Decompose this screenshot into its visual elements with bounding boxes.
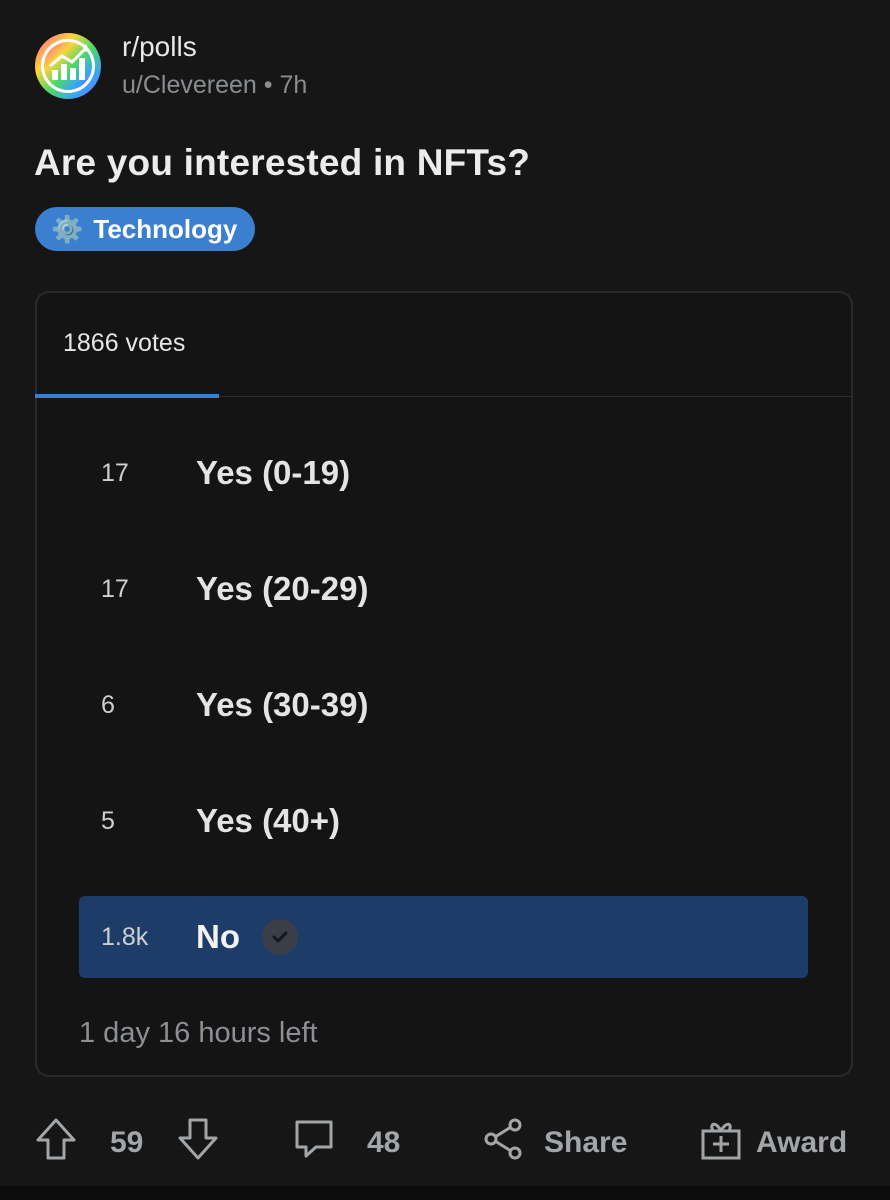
comment-count: 48 <box>367 1126 401 1159</box>
author-name[interactable]: u/Clevereen <box>122 71 257 99</box>
poll-option[interactable]: 17 Yes (20-29) <box>79 548 808 630</box>
post-action-bar: 59 48 Share Award <box>0 1108 890 1178</box>
vote-score: 59 <box>110 1126 144 1159</box>
share-label: Share <box>544 1126 628 1159</box>
award-label: Award <box>756 1126 848 1159</box>
post-byline: u/Clevereen • 7h <box>122 68 307 102</box>
upvote-button[interactable] <box>34 1108 78 1178</box>
subreddit-name[interactable]: r/polls <box>122 30 307 64</box>
option-label: No <box>196 918 240 955</box>
poll-card: 1866 votes 17 Yes (0-19) 17 Yes (20-29) … <box>35 291 853 1077</box>
option-count: 1.8k <box>101 922 149 951</box>
upvote-icon <box>34 1116 78 1170</box>
comments-button[interactable]: 48 <box>292 1108 400 1178</box>
downvote-button[interactable] <box>176 1108 220 1178</box>
comment-icon <box>292 1117 336 1169</box>
option-count: 5 <box>101 806 115 835</box>
checkmark-icon <box>262 919 298 955</box>
poll-tabbar: 1866 votes <box>35 293 851 398</box>
post-age: 7h <box>279 71 308 99</box>
flair-label: Technology <box>93 213 238 244</box>
award-icon <box>700 1117 742 1169</box>
option-count: 17 <box>101 574 129 603</box>
poll-option[interactable]: 17 Yes (0-19) <box>79 432 808 514</box>
bottom-divider <box>0 1186 890 1200</box>
option-count: 17 <box>101 458 129 487</box>
option-label: Yes (30-39) <box>196 686 369 723</box>
downvote-icon <box>176 1116 220 1170</box>
option-label: Yes (20-29) <box>196 570 369 607</box>
post-header: r/polls u/Clevereen • 7h <box>34 30 307 102</box>
tab-underline <box>35 394 219 398</box>
option-label: Yes (40+) <box>196 802 341 839</box>
gear-icon: ⚙️ <box>51 213 84 244</box>
poll-time-left: 1 day 16 hours left <box>79 1017 318 1049</box>
option-count: 6 <box>101 690 115 719</box>
poll-option[interactable]: 6 Yes (30-39) <box>79 664 808 746</box>
post-title: Are you interested in NFTs? <box>34 142 531 183</box>
subreddit-avatar[interactable] <box>34 32 102 100</box>
tab-votes[interactable]: 1866 votes <box>63 329 185 358</box>
option-label: Yes (0-19) <box>196 454 351 491</box>
share-button[interactable]: Share <box>482 1108 627 1178</box>
flair-badge[interactable]: ⚙️ Technology <box>35 207 256 251</box>
share-icon <box>482 1117 524 1169</box>
award-button[interactable]: Award <box>700 1108 847 1178</box>
poll-option[interactable]: 5 Yes (40+) <box>79 780 808 862</box>
byline-separator: • <box>263 71 273 99</box>
poll-option-selected[interactable]: 1.8k No <box>79 896 808 978</box>
